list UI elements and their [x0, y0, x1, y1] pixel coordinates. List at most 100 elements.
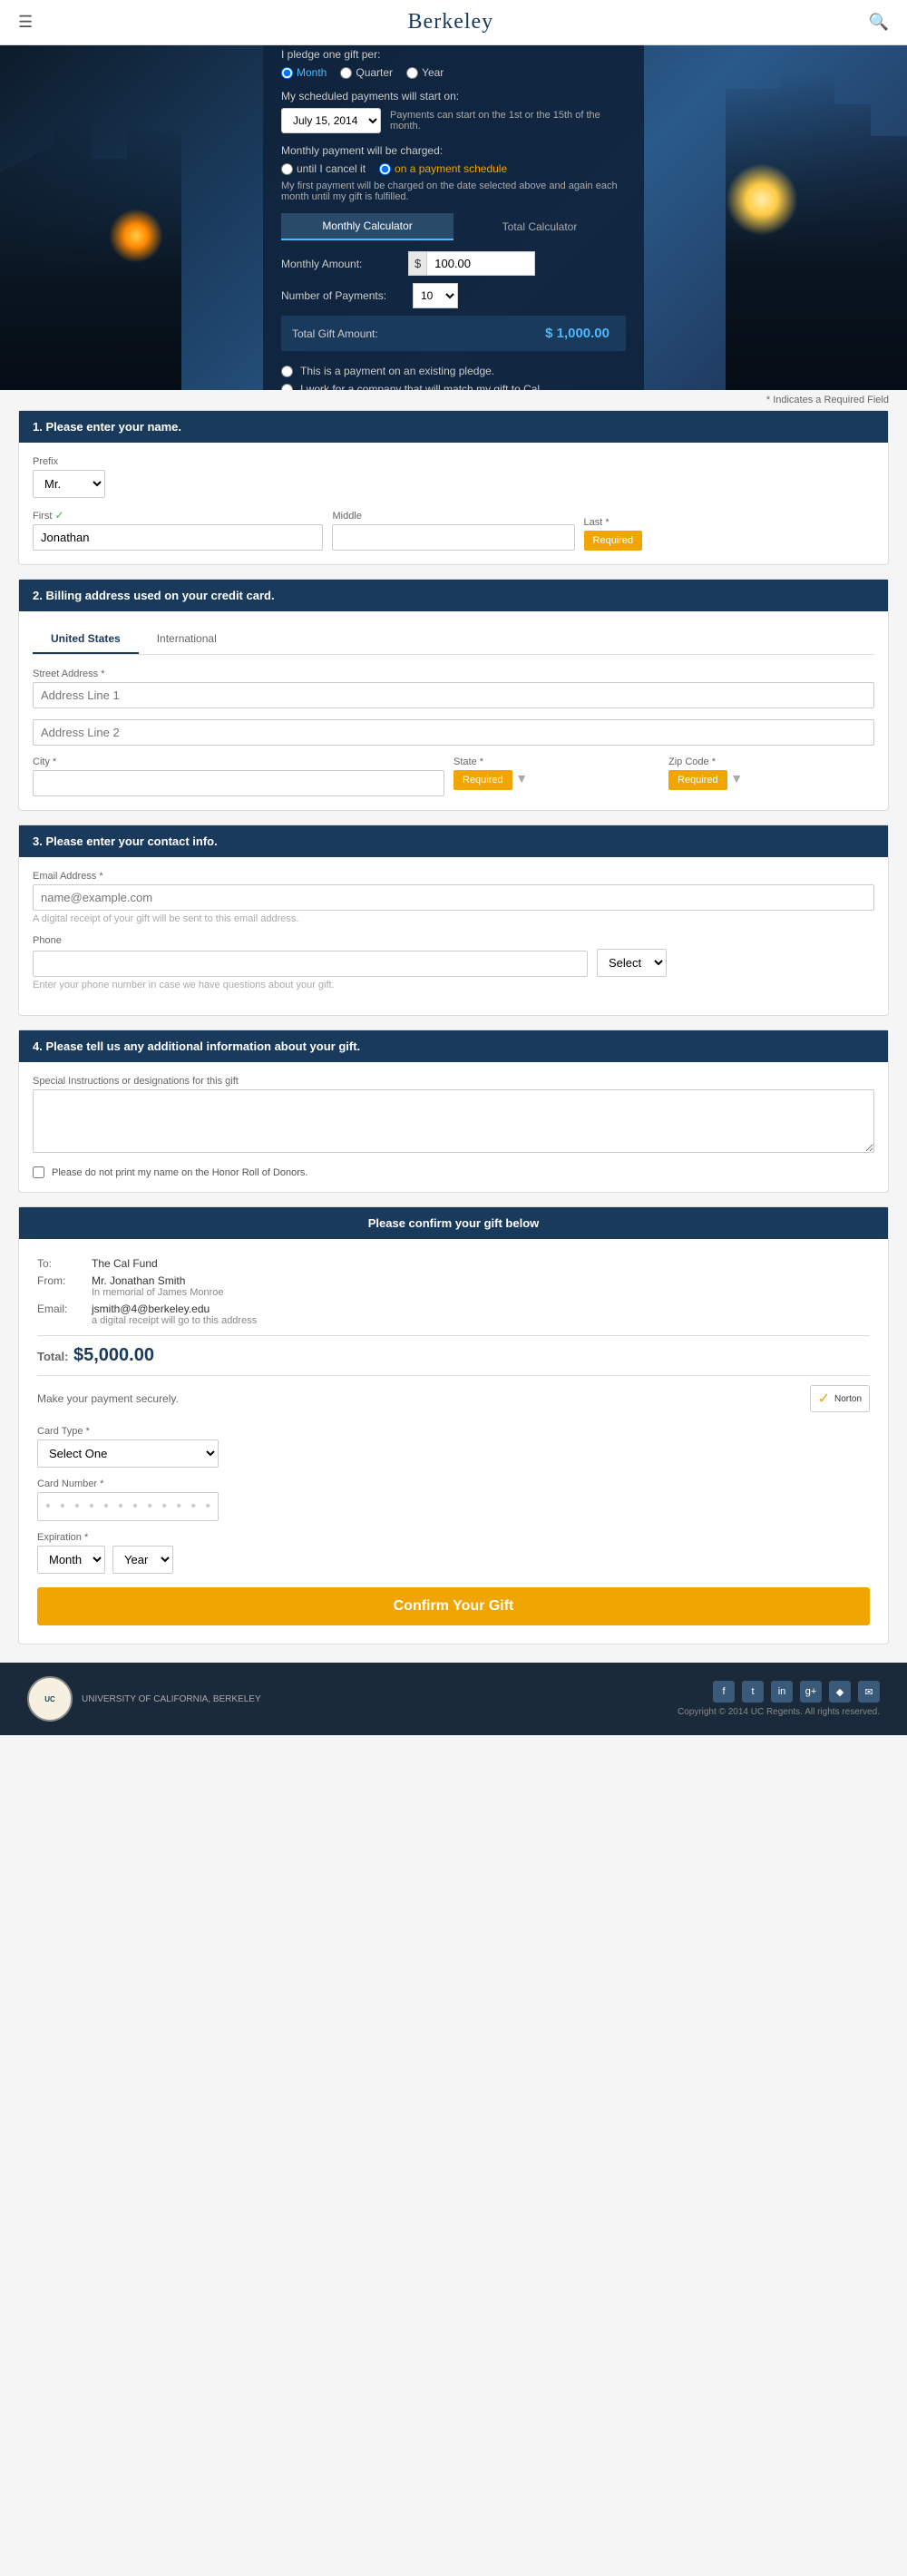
section-contact: 3. Please enter your contact info. Email… [18, 825, 889, 1016]
prefix-select[interactable]: Mr. Mrs. Ms. Dr. Prof. [33, 470, 105, 498]
footer-seal: UC [27, 1676, 73, 1722]
zip-group: Zip Code * Required ▼ [668, 756, 874, 796]
section-additional-body: Special Instructions or designations for… [19, 1062, 888, 1192]
hero-section: Thank you for supporting the Haas School… [0, 45, 907, 390]
social-email-icon[interactable]: ✉ [858, 1681, 880, 1703]
first-name-input[interactable] [33, 524, 323, 551]
last-name-label: Last * [584, 517, 874, 528]
payment-cancel-radio[interactable] [281, 163, 293, 175]
instructions-textarea[interactable] [33, 1089, 874, 1153]
payments-select[interactable]: 10 5 15 20 [413, 283, 458, 308]
social-facebook-icon[interactable]: f [713, 1681, 735, 1703]
scheduled-label: My scheduled payments will start on: [281, 90, 626, 102]
phone-input[interactable] [33, 951, 588, 977]
monthly-amount-row: Monthly Amount: $ [281, 251, 626, 276]
honor-roll-label: Please do not print my name on the Honor… [52, 1167, 307, 1178]
street-address-group: Street Address * [33, 668, 874, 708]
section-name-body: Prefix Mr. Mrs. Ms. Dr. Prof. First ✓ Mi… [19, 443, 888, 564]
section-additional: 4. Please tell us any additional informa… [18, 1029, 889, 1193]
section-billing: 2. Billing address used on your credit c… [18, 579, 889, 811]
tab-total-calculator[interactable]: Total Calculator [454, 213, 626, 240]
phone-type-select[interactable]: Select Mobile Home Work [597, 949, 667, 977]
expiry-month-select[interactable]: Month 01020304 05060708 09101112 [37, 1546, 105, 1574]
street-address-1-input[interactable] [33, 682, 874, 708]
prefix-label: Prefix [33, 456, 874, 467]
confirmation-section: Please confirm your gift below To: The C… [18, 1206, 889, 1644]
section-contact-header: 3. Please enter your contact info. [19, 825, 888, 857]
city-state-zip-row: City * State * Required ▼ Zip Code * Req… [33, 756, 874, 796]
card-number-row: Card Number * [37, 1478, 870, 1521]
search-icon[interactable]: 🔍 [869, 13, 889, 32]
email-input[interactable] [33, 884, 874, 911]
city-input[interactable] [33, 770, 444, 796]
email-hint: A digital receipt of your gift will be s… [33, 913, 874, 924]
option-match[interactable]: I work for a company that will match my … [281, 383, 626, 390]
footer: UC UNIVERSITY OF CALIFORNIA, BERKELEY f … [0, 1663, 907, 1735]
card-number-input[interactable] [37, 1492, 219, 1521]
state-required[interactable]: Required [454, 770, 512, 790]
zip-required[interactable]: Required [668, 770, 727, 790]
monthly-amount-label: Monthly Amount: [281, 258, 408, 270]
confirm-from-value: Mr. Jonathan Smith [92, 1274, 224, 1287]
confirm-from-key: From: [37, 1274, 92, 1298]
date-row: July 15, 2014 Payments can start on the … [281, 108, 626, 133]
card-number-label: Card Number * [37, 1478, 870, 1489]
pledge-year-radio[interactable] [406, 67, 418, 79]
norton-label: Norton [834, 1394, 862, 1404]
tab-united-states[interactable]: United States [33, 625, 139, 654]
confirm-total-value: $5,000.00 [73, 1345, 154, 1365]
confirm-total: Total: $5,000.00 [37, 1345, 870, 1366]
payment-schedule-radio[interactable] [379, 163, 391, 175]
option-existing-pledge[interactable]: This is a payment on an existing pledge. [281, 365, 626, 377]
scheduled-section: My scheduled payments will start on: Jul… [281, 90, 626, 133]
social-twitter-icon[interactable]: t [742, 1681, 764, 1703]
pledge-month-radio[interactable] [281, 67, 293, 79]
social-linkedin-icon[interactable]: in [771, 1681, 793, 1703]
hamburger-icon[interactable]: ☰ [18, 13, 33, 32]
city-group: City * [33, 756, 444, 796]
phone-number-group [33, 951, 588, 977]
city-label: City * [33, 756, 444, 767]
social-googleplus-icon[interactable]: g+ [800, 1681, 822, 1703]
state-label: State * [454, 756, 659, 767]
payment-section: Monthly payment will be charged: until I… [281, 144, 626, 202]
payment-schedule[interactable]: on a payment schedule [379, 162, 507, 175]
confirm-email-key: Email: [37, 1303, 92, 1326]
monthly-amount-input[interactable] [426, 251, 535, 276]
pledge-quarter[interactable]: Quarter [340, 66, 393, 79]
street-address-2-group [33, 719, 874, 746]
pledge-year[interactable]: Year [406, 66, 444, 79]
phone-hint: Enter your phone number in case we have … [33, 980, 874, 990]
payment-note: My first payment will be charged on the … [281, 181, 626, 202]
tab-monthly-calculator[interactable]: Monthly Calculator [281, 213, 454, 240]
site-title: Berkeley [408, 10, 494, 34]
middle-name-label: Middle [332, 511, 574, 522]
street-label: Street Address * [33, 668, 874, 679]
payment-cancel[interactable]: until I cancel it [281, 162, 366, 175]
payments-label: Number of Payments: [281, 289, 408, 302]
first-name-label: First ✓ [33, 509, 323, 522]
payment-label: Monthly payment will be charged: [281, 144, 626, 157]
street-address-2-input[interactable] [33, 719, 874, 746]
option-existing-pledge-radio[interactable] [281, 366, 293, 377]
total-value: $ 1,000.00 [540, 323, 615, 344]
expiry-year-select[interactable]: Year 2014201520162017 201820192020 [112, 1546, 173, 1574]
option-match-radio[interactable] [281, 384, 293, 391]
pledge-month[interactable]: Month [281, 66, 327, 79]
start-date-select[interactable]: July 15, 2014 [281, 108, 381, 133]
footer-school-name: UNIVERSITY OF CALIFORNIA, BERKELEY [82, 1694, 261, 1704]
card-type-select[interactable]: Select One Visa Mastercard American Expr… [37, 1439, 219, 1468]
social-pinterest-icon[interactable]: ◆ [829, 1681, 851, 1703]
confirm-gift-button[interactable]: Confirm Your Gift [37, 1587, 870, 1625]
pledge-quarter-radio[interactable] [340, 67, 352, 79]
payment-secure-row: Make your payment securely. ✓ Norton [37, 1385, 870, 1412]
confirm-from-value-group: Mr. Jonathan Smith In memorial of James … [92, 1274, 224, 1298]
payment-schedule-link: on a payment schedule [395, 162, 507, 175]
email-label: Email Address * [33, 871, 874, 882]
section-name: 1. Please enter your name. Prefix Mr. Mr… [18, 410, 889, 565]
tab-international[interactable]: International [139, 625, 235, 654]
middle-name-input[interactable] [332, 524, 574, 551]
phone-label: Phone [33, 935, 874, 946]
last-name-required[interactable]: Required [584, 531, 643, 551]
honor-roll-checkbox[interactable] [33, 1166, 44, 1178]
